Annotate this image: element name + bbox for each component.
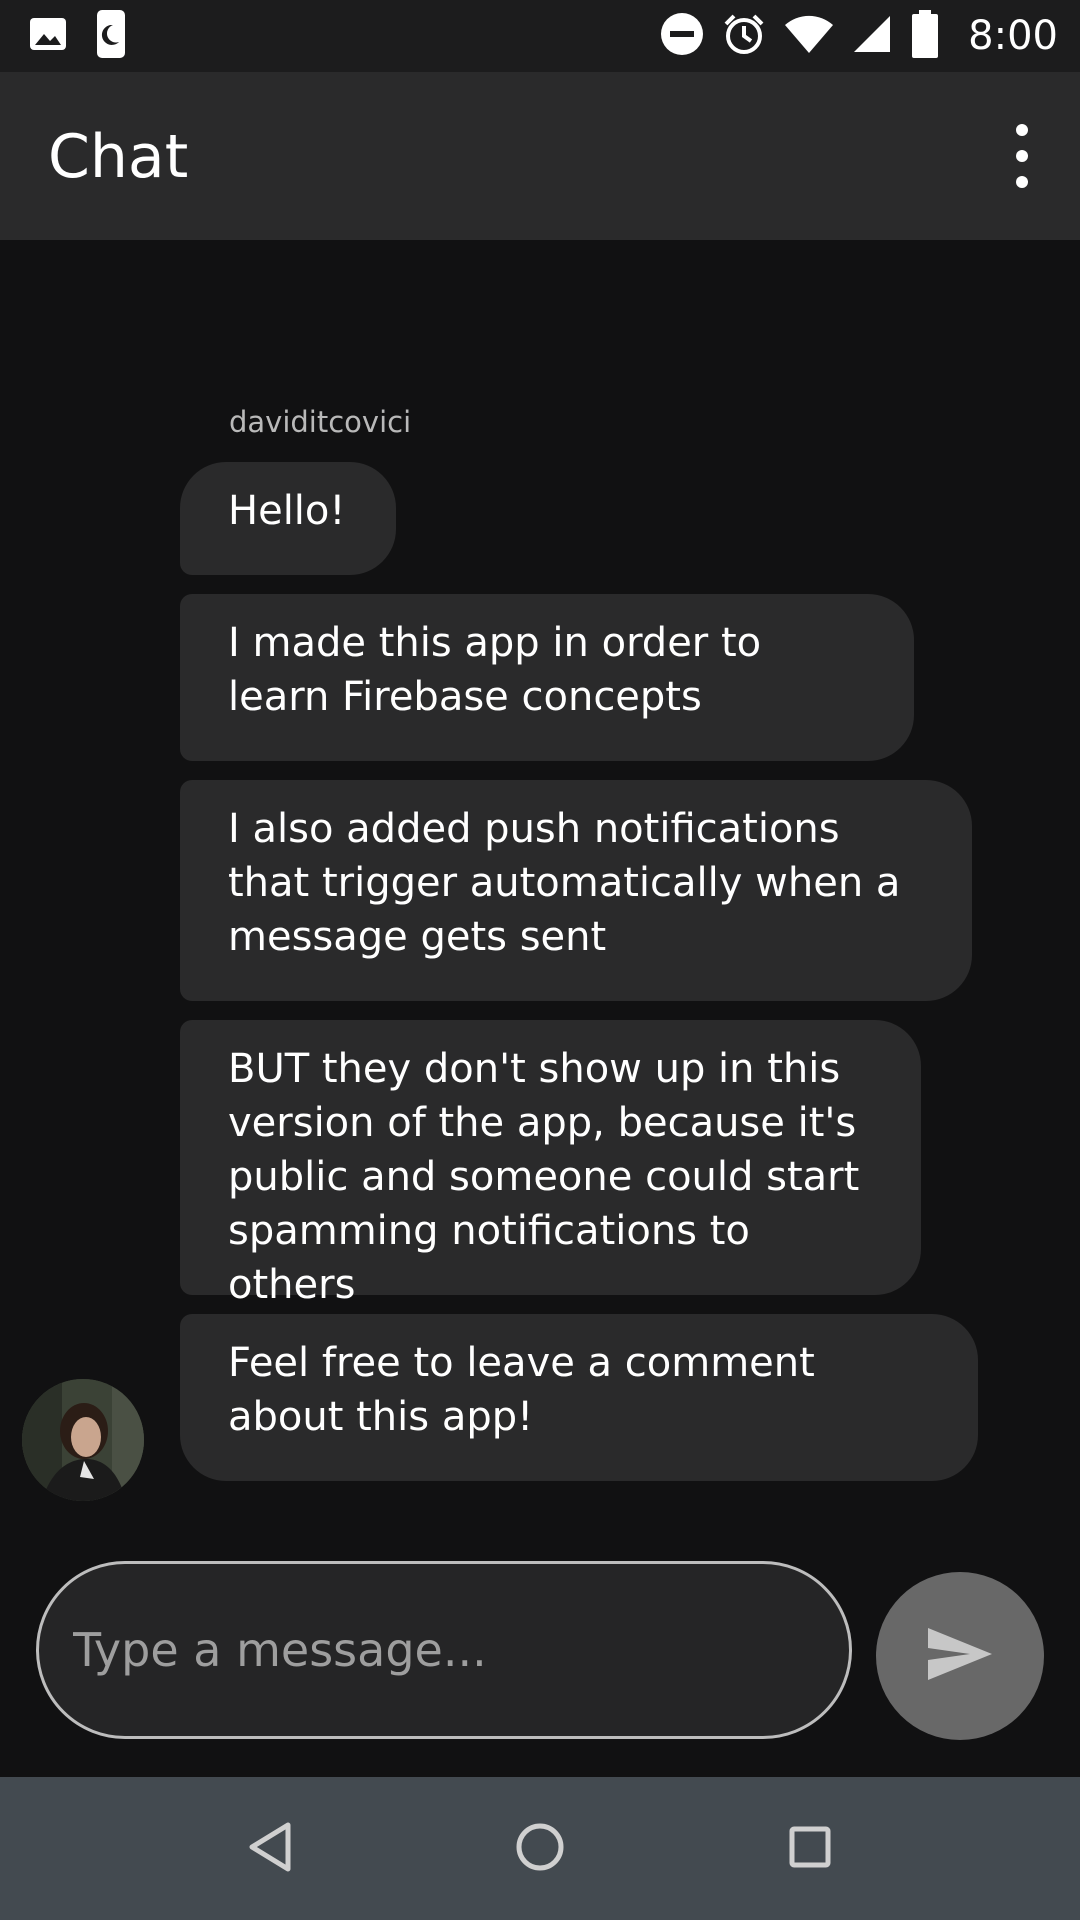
battery-icon [910,10,940,62]
send-button[interactable] [876,1572,1044,1740]
image-icon [28,14,68,58]
message-bubble[interactable]: BUT they don't show up in this version o… [180,1020,921,1308]
more-options-button[interactable] [996,124,1048,188]
message-text: I made this app in order to learn Fireba… [228,620,762,720]
more-vert-icon-dot [1016,176,1028,188]
clock: 8:00 [968,13,1058,59]
more-vert-icon-dot [1016,150,1028,162]
home-icon [514,1821,566,1877]
back-button[interactable] [238,1817,302,1881]
message-bubble[interactable]: Feel free to leave a comment about this … [180,1314,978,1481]
sender-name: daviditcovici [229,405,412,439]
do-not-disturb-icon [660,12,704,60]
recents-icon [787,1824,833,1874]
message-input[interactable] [71,1594,815,1706]
message-text: BUT they don't show up in this version o… [228,1046,860,1308]
message-bubble[interactable]: I also added push notifications that tri… [180,780,972,1001]
signal-icon [852,14,892,58]
back-icon [246,1821,294,1877]
message-text: Hello! [228,488,346,534]
message-text: Feel free to leave a comment about this … [228,1340,815,1440]
message-bubble[interactable]: I made this app in order to learn Fireba… [180,594,914,761]
status-bar: 8:00 [0,0,1080,72]
avatar[interactable] [22,1379,144,1501]
message-input-container [36,1561,852,1739]
home-button[interactable] [508,1817,572,1881]
wifi-icon [784,13,834,59]
message-text: I also added push notifications that tri… [228,806,901,960]
navigation-bar [0,1777,1080,1920]
recents-button[interactable] [778,1817,842,1881]
send-icon [924,1624,996,1688]
app-bar: Chat [0,72,1080,240]
more-vert-icon [1016,124,1028,136]
message-bubble[interactable]: Hello! [180,462,396,575]
moon-icon [96,9,126,63]
app-title: Chat [48,122,189,192]
alarm-icon [722,12,766,60]
